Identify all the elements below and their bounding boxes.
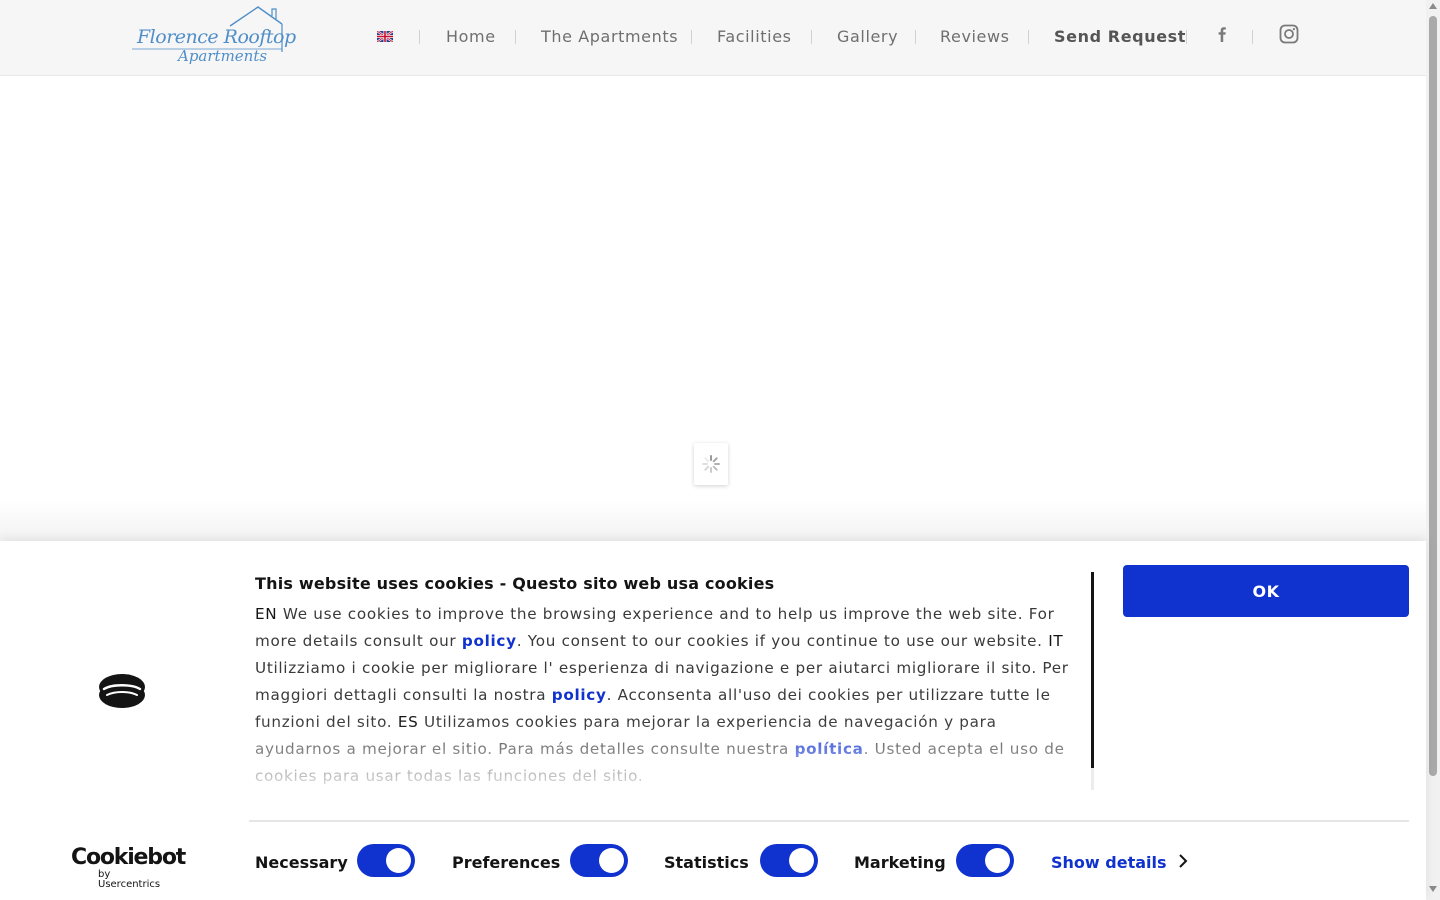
toggle-label-necessary: Necessary <box>255 853 348 872</box>
nav-the-apartments[interactable]: The Apartments <box>541 27 678 46</box>
page-loader <box>694 443 728 485</box>
cookie-banner: This website uses cookies - Questo sito … <box>0 541 1426 900</box>
cookie-title: This website uses cookies - Questo sito … <box>255 574 775 593</box>
cookie-body: EN We use cookies to improve the browsin… <box>255 601 1081 789</box>
nav-separator <box>515 30 516 44</box>
cookiebot-logo[interactable]: Cookiebot by Usercentrics <box>71 845 186 890</box>
chevron-right-icon[interactable] <box>1176 852 1190 870</box>
site-header: Florence Rooftop Apartments Home The Apa… <box>0 0 1426 76</box>
nav-separator <box>1186 30 1187 44</box>
nav-separator <box>915 30 916 44</box>
marketing-switch[interactable] <box>956 844 1014 877</box>
ok-button[interactable]: OK <box>1123 565 1409 617</box>
nav-gallery[interactable]: Gallery <box>837 27 898 46</box>
scroll-down-arrow-icon[interactable] <box>1429 886 1437 892</box>
nav-separator <box>1252 30 1253 44</box>
page-scrollbar-thumb[interactable] <box>1429 16 1437 776</box>
uk-flag-icon[interactable] <box>377 31 393 42</box>
switch-knob <box>599 848 624 873</box>
cookie-text-area[interactable]: EN We use cookies to improve the browsin… <box>255 601 1081 789</box>
statistics-switch[interactable] <box>760 844 818 877</box>
facebook-icon[interactable] <box>1212 24 1232 44</box>
lang-tag-it: IT <box>1048 632 1064 650</box>
main-nav: Home The Apartments Facilities Gallery R… <box>0 0 1426 76</box>
cookiebot-logo-sub: by Usercentrics <box>98 869 161 890</box>
cookiebot-badge-icon <box>99 674 145 708</box>
nav-facilities[interactable]: Facilities <box>717 27 792 46</box>
spinner-icon <box>702 455 720 473</box>
toggle-label-marketing: Marketing <box>854 853 946 872</box>
switch-knob <box>789 848 814 873</box>
cookie-banner-shadow <box>0 500 1426 542</box>
nav-reviews[interactable]: Reviews <box>940 27 1010 46</box>
nav-send-request[interactable]: Send Request <box>1054 27 1186 46</box>
instagram-icon[interactable] <box>1279 24 1299 44</box>
cookie-text-scroll-thumb[interactable] <box>1091 572 1094 768</box>
policy-link-it[interactable]: policy <box>552 686 607 704</box>
cookiebot-logo-name: Cookiebot <box>71 845 186 870</box>
lang-tag-en: EN <box>255 605 278 623</box>
cookie-divider <box>249 820 1409 822</box>
cookie-text-en-2: . You consent to our cookies if you cont… <box>516 632 1049 650</box>
nav-separator <box>419 30 420 44</box>
nav-separator <box>811 30 812 44</box>
preferences-switch[interactable] <box>570 844 628 877</box>
scroll-up-arrow-icon[interactable] <box>1429 3 1437 9</box>
show-details-link[interactable]: Show details <box>1051 853 1167 872</box>
policy-link-en[interactable]: policy <box>462 632 517 650</box>
toggle-label-preferences: Preferences <box>452 853 561 872</box>
toggle-label-statistics: Statistics <box>664 853 749 872</box>
nav-separator <box>1028 30 1029 44</box>
nav-home[interactable]: Home <box>446 27 496 46</box>
switch-knob <box>386 848 411 873</box>
lang-tag-es: ES <box>397 713 419 731</box>
necessary-switch[interactable] <box>357 844 415 877</box>
nav-separator <box>691 30 692 44</box>
page-scrollbar[interactable] <box>1426 0 1440 900</box>
policy-link-es[interactable]: política <box>795 740 864 758</box>
switch-knob <box>985 848 1010 873</box>
